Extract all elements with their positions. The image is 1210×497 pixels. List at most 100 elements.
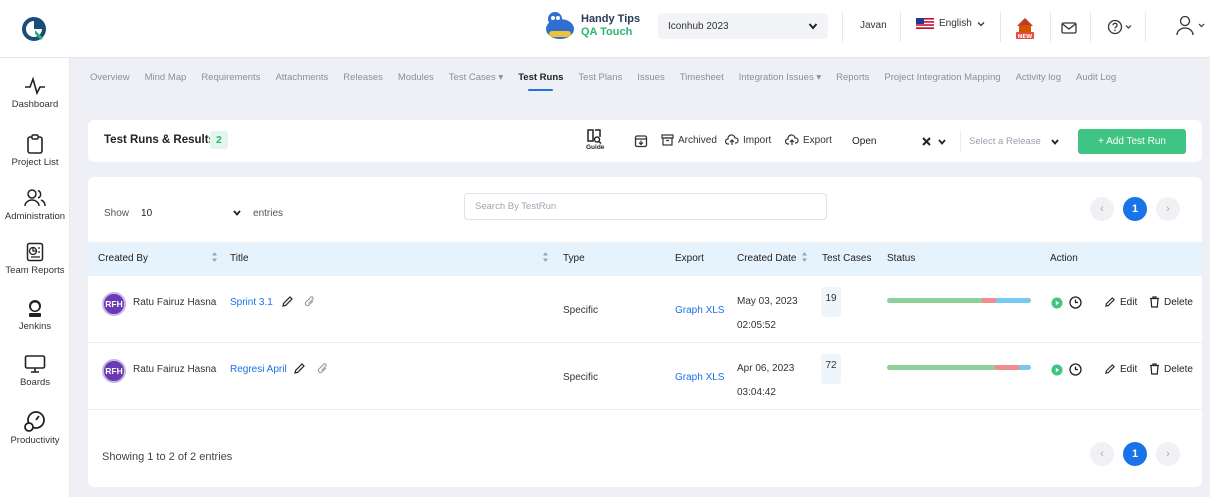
- tab-mind-map[interactable]: Mind Map: [145, 72, 187, 91]
- entries-value: 10: [141, 207, 153, 219]
- report-icon: [26, 242, 44, 262]
- graph-xls-link[interactable]: Graph XLS: [675, 372, 724, 383]
- tab-issues[interactable]: Issues: [637, 72, 664, 91]
- paperclip-icon[interactable]: [304, 295, 316, 308]
- gauge-icon: [24, 411, 45, 432]
- tab-timesheet[interactable]: Timesheet: [680, 72, 724, 91]
- tab-test-runs[interactable]: Test Runs: [518, 72, 563, 91]
- pagination-bottom: ‹ 1 ›: [1090, 442, 1180, 466]
- tab-requirements[interactable]: Requirements: [201, 72, 260, 91]
- col-created-date[interactable]: Created Date: [737, 253, 796, 264]
- col-action: Action: [1050, 253, 1078, 264]
- add-test-run-button[interactable]: + Add Test Run: [1078, 129, 1186, 154]
- col-created-by[interactable]: Created By: [98, 253, 148, 264]
- tab-integration-issues[interactable]: Integration Issues ▾: [739, 72, 821, 91]
- failed-segment: [982, 298, 997, 303]
- board-icon: [24, 355, 46, 373]
- tab-audit-log[interactable]: Audit Log: [1076, 72, 1116, 91]
- avatar: RFH: [102, 359, 126, 383]
- pencil-icon[interactable]: [281, 295, 294, 308]
- entries-select[interactable]: 10: [135, 203, 247, 223]
- failed-segment: [995, 365, 1020, 370]
- language-select[interactable]: English: [916, 18, 985, 29]
- export-button[interactable]: Export: [785, 134, 832, 146]
- handy-tips[interactable]: Handy Tips QA Touch: [543, 9, 640, 43]
- search-input[interactable]: Search By TestRun: [464, 193, 827, 220]
- entries-length: Show 10 entries: [104, 203, 283, 223]
- play-icon[interactable]: [1051, 297, 1063, 309]
- qatouch-logo-icon[interactable]: [20, 15, 48, 43]
- user-menu-icon[interactable]: [1175, 15, 1207, 37]
- chevron-down-icon: [1051, 139, 1059, 145]
- untested-segment: [996, 298, 1031, 303]
- tab-reports[interactable]: Reports: [836, 72, 869, 91]
- test-run-title-link[interactable]: Sprint 3.1: [230, 297, 273, 308]
- sidebar-item-team-reports[interactable]: Team Reports: [0, 242, 70, 276]
- sidebar-item-boards[interactable]: Boards: [0, 354, 70, 388]
- edit-label: Edit: [1120, 363, 1138, 375]
- next-page-button[interactable]: ›: [1156, 442, 1180, 466]
- prev-page-button[interactable]: ‹: [1090, 442, 1114, 466]
- mail-icon[interactable]: [1061, 22, 1077, 34]
- whats-new-icon[interactable]: NEW: [1015, 14, 1035, 40]
- sort-icon[interactable]: [211, 251, 218, 263]
- tab-activity-log[interactable]: Activity log: [1016, 72, 1061, 91]
- chevron-down-icon: [977, 21, 985, 26]
- col-type: Type: [563, 253, 585, 264]
- play-icon[interactable]: [1051, 364, 1063, 376]
- page-1-button[interactable]: 1: [1123, 197, 1147, 221]
- pencil-icon: [1105, 297, 1115, 307]
- delete-label: Delete: [1164, 296, 1193, 308]
- edit-button[interactable]: Edit: [1104, 363, 1137, 375]
- sidebar-item-productivity[interactable]: Productivity: [0, 410, 70, 446]
- clock-icon[interactable]: [1069, 363, 1082, 376]
- tab-test-plans[interactable]: Test Plans: [578, 72, 622, 91]
- current-user[interactable]: Javan: [860, 20, 887, 31]
- clock-icon[interactable]: [1069, 296, 1082, 309]
- tab-overview[interactable]: Overview: [90, 72, 130, 91]
- guide-button[interactable]: Guide: [586, 128, 604, 151]
- col-title[interactable]: Title: [230, 253, 249, 264]
- chevron-down-icon: [233, 210, 241, 216]
- status-filter-select[interactable]: Open: [846, 130, 950, 153]
- edit-button[interactable]: Edit: [1104, 296, 1137, 308]
- page-1-button[interactable]: 1: [1123, 442, 1147, 466]
- pencil-icon[interactable]: [293, 362, 306, 375]
- delete-button[interactable]: Delete: [1149, 296, 1193, 308]
- import-button[interactable]: Import: [725, 134, 771, 146]
- graph-xls-link[interactable]: Graph XLS: [675, 305, 724, 316]
- sidebar-item-dashboard[interactable]: Dashboard: [0, 76, 70, 110]
- sidebar-item-jenkins[interactable]: Jenkins: [0, 298, 70, 332]
- clear-icon[interactable]: [922, 137, 931, 146]
- sort-icon[interactable]: [542, 251, 549, 263]
- tab-releases[interactable]: Releases: [343, 72, 383, 91]
- tab-attachments[interactable]: Attachments: [275, 72, 328, 91]
- book-search-icon: [587, 129, 602, 144]
- prev-page-button[interactable]: ‹: [1090, 197, 1114, 221]
- creator-name: Ratu Fairuz Hasna: [133, 297, 217, 308]
- sidebar-item-administration[interactable]: Administration: [0, 188, 70, 222]
- sidebar-item-project-list[interactable]: Project List: [0, 134, 70, 168]
- release-select[interactable]: Select a Release: [960, 130, 1064, 153]
- tab-modules[interactable]: Modules: [398, 72, 434, 91]
- download-box-icon[interactable]: [634, 134, 648, 148]
- next-page-button[interactable]: ›: [1156, 197, 1180, 221]
- sort-icon[interactable]: [801, 251, 808, 263]
- test-run-title-link[interactable]: Regresi April: [230, 364, 287, 375]
- delete-button[interactable]: Delete: [1149, 363, 1193, 375]
- cloud-upload-icon: [785, 134, 799, 145]
- help-icon[interactable]: [1107, 19, 1133, 35]
- tab-project-integration-mapping[interactable]: Project Integration Mapping: [884, 72, 1000, 91]
- sidebar-item-label: Administration: [4, 211, 66, 222]
- project-select[interactable]: Iconhub 2023: [658, 13, 828, 39]
- col-export: Export: [675, 253, 704, 264]
- language-label: English: [939, 18, 972, 29]
- entries-label: entries: [253, 207, 284, 219]
- paperclip-icon[interactable]: [317, 362, 329, 375]
- test-case-count: 19: [821, 287, 841, 317]
- us-flag-icon: [916, 18, 934, 29]
- archived-button[interactable]: Archived: [661, 134, 717, 146]
- trash-icon: [1150, 363, 1159, 375]
- tab-test-cases[interactable]: Test Cases ▾: [449, 72, 503, 91]
- sidebar-item-label: Jenkins: [18, 321, 52, 332]
